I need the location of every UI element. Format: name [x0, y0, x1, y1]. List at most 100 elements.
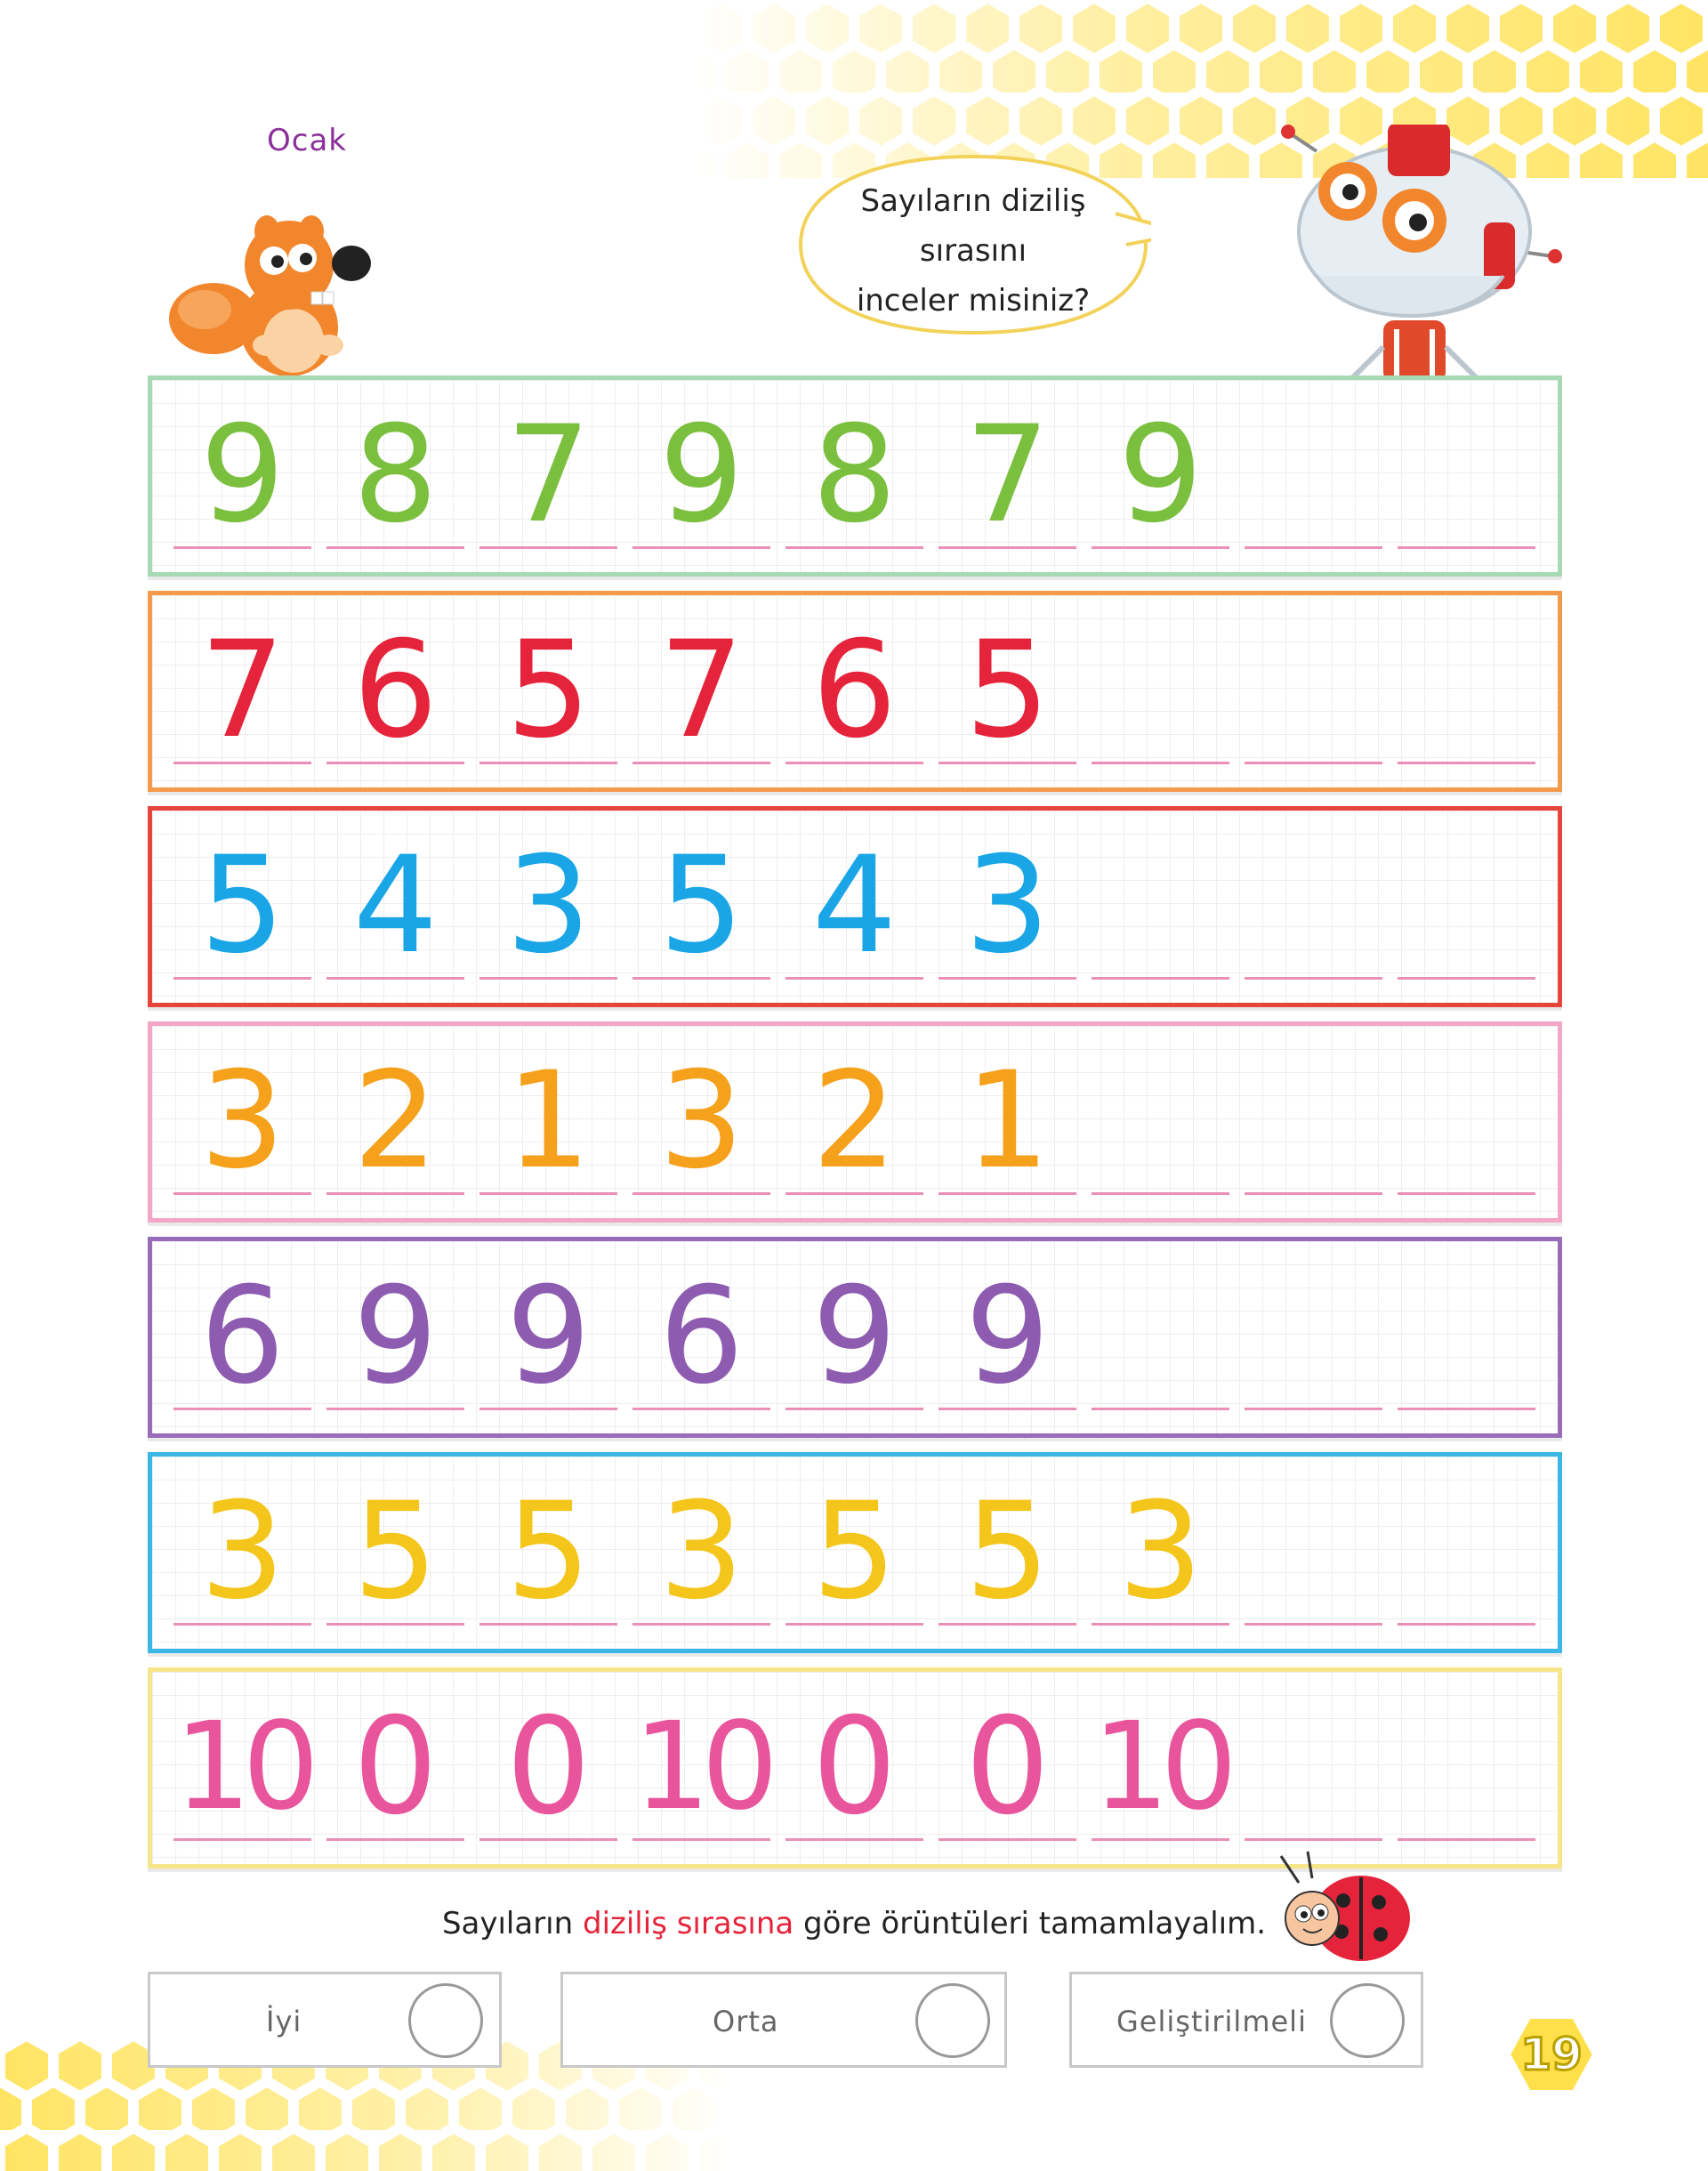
number-cell: 0: [326, 1700, 464, 1841]
tracing-line: [326, 1623, 464, 1626]
answer-blank[interactable]: [1092, 851, 1229, 980]
tracing-line: [632, 546, 770, 549]
number-cell: 9: [1092, 408, 1229, 549]
tracing-line: [939, 1623, 1076, 1626]
number-cell: 8: [326, 408, 464, 549]
tracing-line: [786, 1623, 923, 1626]
instruction-highlight: diziliş sırasına: [582, 1906, 794, 1941]
pattern-number: 9: [811, 1259, 898, 1414]
pattern-number: 3: [964, 828, 1051, 983]
number-cell: 0: [939, 1700, 1076, 1841]
pattern-number: 0: [505, 1690, 592, 1844]
number-cell: 8: [786, 408, 923, 549]
number-cell: 6: [173, 1270, 311, 1410]
pattern-number: 9: [964, 1259, 1051, 1414]
evaluation-average-label: Orta: [713, 2005, 779, 2038]
pattern-number: 7: [658, 613, 745, 768]
number-cell: 5: [173, 839, 311, 980]
pattern-number: 9: [658, 398, 745, 553]
instruction-before: Sayıların: [441, 1906, 583, 1941]
evaluation-average-circle[interactable]: [915, 1983, 990, 2058]
answer-blank[interactable]: [1245, 851, 1382, 980]
number-cell: 5: [326, 1485, 464, 1626]
pattern-number: 2: [811, 1044, 898, 1198]
answer-blank[interactable]: [1092, 1067, 1229, 1195]
pattern-number: 3: [199, 1044, 286, 1198]
answer-blank[interactable]: [1398, 1497, 1535, 1626]
tracing-line: [479, 1408, 617, 1410]
number-cell: 7: [173, 624, 311, 764]
tracing-line: [1398, 1838, 1535, 1841]
pattern-row-6: 3553553: [148, 1452, 1562, 1653]
answer-blank[interactable]: [1092, 1282, 1229, 1410]
evaluation-needs-improvement-circle[interactable]: [1330, 1983, 1405, 2058]
pattern-number: 4: [811, 828, 898, 983]
pattern-number: 7: [505, 398, 592, 553]
evaluation-average[interactable]: Orta: [560, 1972, 1007, 2068]
tracing-line: [1245, 1623, 1382, 1626]
answer-blank[interactable]: [1398, 1067, 1535, 1195]
answer-blank[interactable]: [1398, 851, 1535, 980]
number-cell: 6: [326, 624, 464, 764]
tracing-line: [479, 1838, 617, 1841]
tracing-line: [1398, 1408, 1535, 1410]
answer-blank[interactable]: [1245, 1713, 1382, 1841]
answer-blank[interactable]: [1092, 636, 1229, 764]
number-cell: 6: [632, 1270, 770, 1410]
answer-blank[interactable]: [1245, 1067, 1382, 1195]
answer-blank[interactable]: [1245, 636, 1382, 764]
tracing-line: [786, 762, 923, 764]
evaluation-needs-improvement-label: Geliştirilmeli: [1116, 2005, 1307, 2038]
number-cell: 3: [939, 839, 1076, 980]
pattern-row-7: 10 0 0 10 0 0 10: [148, 1667, 1562, 1868]
number-cell: 9: [173, 408, 311, 549]
speech-line-3: inceler misiniz?: [856, 283, 1091, 319]
tracing-line: [632, 1623, 770, 1626]
tracing-line: [1398, 977, 1535, 980]
number-cell: 9: [632, 408, 770, 549]
evaluation-needs-improvement[interactable]: Geliştirilmeli: [1069, 1972, 1423, 2068]
answer-blank[interactable]: [1245, 421, 1382, 549]
tracing-line: [939, 762, 1076, 764]
tracing-line: [1092, 977, 1229, 980]
evaluation-good[interactable]: İyi: [148, 1972, 502, 2068]
answer-blank[interactable]: [1245, 1282, 1382, 1410]
speech-line-1: Sayıların diziliş: [860, 183, 1086, 219]
pattern-number: 5: [658, 828, 745, 983]
number-cell: 5: [786, 1485, 923, 1626]
number-cell: 0: [786, 1700, 923, 1841]
tracing-line: [479, 762, 617, 764]
tracing-line: [939, 1838, 1076, 1841]
number-cell: 5: [939, 624, 1076, 764]
tracing-line: [1245, 1408, 1382, 1410]
number-cell: 10: [1092, 1700, 1237, 1841]
tracing-line: [479, 546, 617, 549]
answer-blank[interactable]: [1398, 1282, 1535, 1410]
tracing-line: [632, 762, 770, 764]
number-cell: 9: [786, 1270, 923, 1410]
tracing-line: [479, 1623, 617, 1626]
tracing-line: [1245, 546, 1382, 549]
tracing-line: [632, 977, 770, 980]
pattern-number: 0: [964, 1690, 1051, 1844]
tracing-line: [939, 977, 1076, 980]
answer-blank[interactable]: [1398, 636, 1535, 764]
answer-blank[interactable]: [1398, 1713, 1535, 1841]
answer-blank[interactable]: [1398, 421, 1535, 549]
number-cell: 3: [1092, 1485, 1229, 1626]
evaluation-good-circle[interactable]: [408, 1983, 483, 2058]
tracing-line: [1398, 1623, 1535, 1626]
tracing-line: [1245, 1838, 1382, 1841]
answer-blank[interactable]: [1245, 1497, 1382, 1626]
number-cell: 6: [786, 624, 923, 764]
tracing-line: [326, 1838, 464, 1841]
pattern-number: 7: [964, 398, 1051, 553]
tracing-line: [326, 546, 464, 549]
tracing-line: [479, 1192, 617, 1195]
tracing-line: [1245, 977, 1382, 980]
pattern-number: 6: [352, 613, 439, 768]
pattern-number: 5: [352, 1474, 439, 1629]
number-cell: 5: [632, 839, 770, 980]
speech-bubble-text: Sayıların diziliş sırasını inceler misin…: [795, 176, 1151, 326]
tracing-line: [1092, 1838, 1229, 1841]
